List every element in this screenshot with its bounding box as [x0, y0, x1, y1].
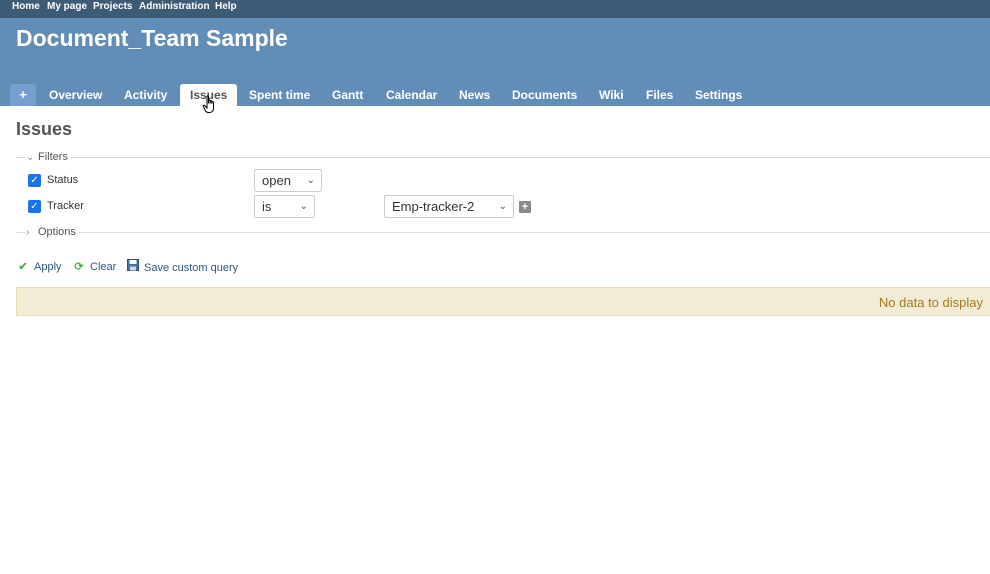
filters-divider [16, 157, 990, 158]
tab-news[interactable]: News [459, 84, 490, 106]
tracker-filter-label: Tracker [47, 200, 84, 212]
check-icon: ✔ [18, 261, 28, 273]
tracker-operator-select[interactable]: is ⌄ [254, 195, 315, 218]
tracker-operator-value: is [262, 199, 272, 214]
apply-button[interactable]: ✔ Apply [16, 259, 62, 275]
page-title: Issues [16, 119, 73, 139]
add-filter-values-button[interactable]: + [519, 201, 531, 213]
tab-files[interactable]: Files [646, 84, 673, 106]
tab-overview[interactable]: Overview [49, 84, 102, 106]
hand-cursor-icon [202, 95, 214, 113]
filters-legend-toggle[interactable]: ⌄ Filters [26, 151, 71, 163]
no-data-message-box: No data to display [16, 287, 990, 316]
status-operator-select[interactable]: open ⌄ [254, 169, 322, 192]
tab-gantt[interactable]: Gantt [332, 84, 363, 106]
tab-wiki[interactable]: Wiki [599, 84, 624, 106]
clear-button[interactable]: ⟳ Clear [72, 259, 116, 275]
save-query-button[interactable]: Save custom query [126, 259, 238, 275]
chevron-down-icon: ⌄ [26, 152, 35, 163]
tab-activity[interactable]: Activity [124, 84, 167, 106]
tracker-value: Emp-tracker-2 [392, 199, 475, 214]
new-object-tab[interactable]: + [10, 84, 36, 106]
chevron-right-icon: › [26, 227, 30, 238]
save-icon [126, 259, 140, 276]
top-menu: Home My page Projects Administration Hel… [0, 0, 990, 18]
project-title: Document_Team Sample [16, 25, 288, 51]
status-filter-label: Status [47, 174, 79, 186]
chevron-down-icon: ⌄ [498, 201, 507, 212]
chevron-down-icon: ⌄ [306, 175, 315, 186]
tracker-value-select[interactable]: Emp-tracker-2 ⌄ [384, 195, 514, 218]
tab-settings[interactable]: Settings [695, 84, 742, 106]
top-menu-projects[interactable]: Projects [93, 0, 132, 18]
options-legend-toggle[interactable]: › Options [26, 226, 79, 238]
save-query-label: Save custom query [144, 262, 239, 274]
tracker-filter-checkbox[interactable]: ✓ [28, 200, 41, 213]
top-menu-administration[interactable]: Administration [139, 0, 210, 18]
options-divider [16, 232, 990, 233]
options-legend-label: Options [38, 226, 76, 238]
apply-label: Apply [34, 261, 62, 273]
reload-icon: ⟳ [74, 261, 84, 273]
status-filter-checkbox[interactable]: ✓ [28, 174, 41, 187]
clear-label: Clear [90, 261, 117, 273]
top-menu-help[interactable]: Help [215, 0, 237, 18]
filters-legend-label: Filters [38, 151, 68, 163]
tab-documents[interactable]: Documents [512, 84, 577, 106]
no-data-message: No data to display [878, 295, 983, 310]
chevron-down-icon: ⌄ [299, 201, 308, 212]
top-menu-home[interactable]: Home [12, 0, 40, 18]
tab-calendar[interactable]: Calendar [386, 84, 437, 106]
status-operator-value: open [262, 173, 291, 188]
project-header: Document_Team Sample + Overview Activity… [0, 18, 990, 106]
tab-spent-time[interactable]: Spent time [249, 84, 310, 106]
top-menu-my-page[interactable]: My page [47, 0, 87, 18]
